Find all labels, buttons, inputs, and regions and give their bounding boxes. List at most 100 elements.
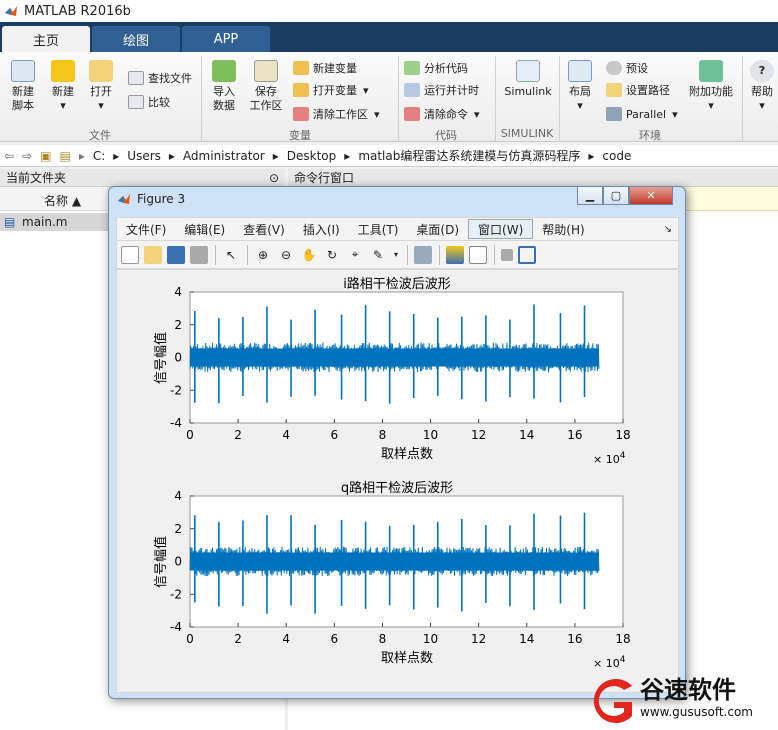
- forward-arrow-icon[interactable]: ⇨: [22, 149, 32, 163]
- save-icon[interactable]: [167, 245, 185, 264]
- import-data-button[interactable]: 导入 数据: [208, 60, 240, 113]
- help-icon: ?: [750, 60, 774, 82]
- set-path-button[interactable]: 设置路径: [606, 80, 670, 100]
- menu-edit[interactable]: 编辑(E): [175, 219, 234, 239]
- brush-icon[interactable]: ✎: [369, 246, 387, 264]
- open-file-icon[interactable]: [144, 245, 162, 264]
- y-tick-label: -4: [170, 620, 182, 634]
- brush-dropdown-icon[interactable]: ▾: [392, 246, 400, 264]
- layout-button[interactable]: 布局 ▾: [564, 60, 596, 113]
- section-variable-label: 变量: [289, 129, 311, 142]
- clear-workspace-icon: [293, 107, 309, 121]
- parallel-button[interactable]: Parallel ▾: [606, 104, 678, 124]
- plot2-title: q路相干检波后波形: [341, 480, 453, 496]
- up-folder-icon[interactable]: ▣: [40, 149, 51, 163]
- menu-window[interactable]: 窗口(W): [468, 219, 534, 239]
- path-segment[interactable]: Desktop: [287, 149, 337, 163]
- zoom-in-icon[interactable]: ⊕: [254, 246, 272, 264]
- menu-desktop[interactable]: 桌面(D): [407, 219, 468, 239]
- menu-view[interactable]: 查看(V): [234, 219, 294, 239]
- figure-canvas: i路相干检波后波形 信号幅值 取样点数 × 104 q路相干检波后波形 信号幅值…: [116, 269, 679, 693]
- x-tick-label: 2: [234, 632, 242, 646]
- back-arrow-icon[interactable]: ⇦: [4, 149, 14, 163]
- x-tick-label: 18: [615, 632, 630, 646]
- open-variable-icon: [293, 83, 309, 97]
- simulink-icon: [516, 60, 540, 82]
- tab-apps[interactable]: APP: [182, 26, 270, 52]
- data-cursor-icon[interactable]: ⌖: [346, 246, 364, 264]
- rotate-3d-icon[interactable]: ↻: [323, 246, 341, 264]
- path-segment[interactable]: C:: [93, 149, 105, 163]
- menubar-dock-icon[interactable]: ↘: [664, 224, 672, 235]
- folder-icon: [89, 60, 113, 82]
- new-button[interactable]: 新建 ▾: [48, 60, 78, 113]
- new-variable-button[interactable]: 新建变量: [293, 58, 357, 78]
- analyze-code-button[interactable]: 分析代码: [404, 58, 468, 78]
- pointer-icon[interactable]: ↖: [222, 246, 240, 264]
- x-tick-label: 8: [379, 428, 387, 442]
- y-tick-label: -4: [170, 416, 182, 430]
- maximize-button[interactable]: ▢: [603, 187, 629, 205]
- simulink-button[interactable]: Simulink: [500, 60, 556, 99]
- open-button[interactable]: 打开 ▾: [86, 60, 116, 113]
- minimize-button[interactable]: ▁: [577, 187, 603, 205]
- plot1-title: i路相干检波后波形: [343, 276, 451, 292]
- matlab-logo-icon: [5, 6, 17, 16]
- ribbon-tabbar: 主页 绘图 APP: [0, 22, 778, 52]
- address-bar[interactable]: ⇦ ⇨ ▣ ▤ ▸ C: ▸ Users ▸ Administrator ▸ Desk…: [0, 145, 778, 167]
- menu-file[interactable]: 文件(F): [117, 219, 175, 239]
- pan-hand-icon[interactable]: ✋: [300, 246, 318, 264]
- compare-button[interactable]: 比较: [128, 92, 170, 112]
- clear-commands-button[interactable]: 清除命令 ▾: [404, 104, 480, 124]
- x-tick-label: 14: [519, 428, 534, 442]
- run-time-icon: [404, 83, 420, 97]
- add-ons-icon: [699, 60, 723, 82]
- x-tick-label: 12: [471, 632, 486, 646]
- zoom-out-icon[interactable]: ⊖: [277, 246, 295, 264]
- command-window-header: 命令行窗口: [288, 169, 778, 187]
- new-script-icon: [11, 60, 35, 82]
- show-plot-tools-icon[interactable]: [518, 245, 536, 264]
- new-figure-icon[interactable]: [121, 245, 139, 264]
- find-files-button[interactable]: 查找文件: [128, 68, 192, 88]
- help-button[interactable]: ? 帮助 ▾: [748, 60, 776, 113]
- panel-menu-icon[interactable]: ⊙: [269, 171, 279, 185]
- x-tick-label: 2: [234, 428, 242, 442]
- link-plot-icon[interactable]: [414, 245, 432, 264]
- preferences-button[interactable]: 预设: [606, 58, 648, 78]
- save-workspace-button[interactable]: 保存 工作区: [248, 60, 284, 113]
- x-tick-label: 4: [282, 428, 290, 442]
- clear-workspace-button[interactable]: 清除工作区 ▾: [293, 104, 380, 124]
- m-file-icon: ▤: [4, 215, 16, 229]
- x-tick-label: 14: [519, 632, 534, 646]
- figure-toolbar: ↖ ⊕ ⊖ ✋ ↻ ⌖ ✎ ▾: [116, 241, 679, 269]
- path-segment[interactable]: matlab编程雷达系统建模与仿真源码程序: [358, 147, 580, 164]
- path-segment[interactable]: code: [602, 149, 631, 163]
- run-and-time-button[interactable]: 运行并计时: [404, 80, 479, 100]
- path-separator: ▸: [78, 148, 85, 163]
- divider: [247, 244, 248, 265]
- x-tick-label: 0: [186, 428, 194, 442]
- menu-tools[interactable]: 工具(T): [349, 219, 408, 239]
- watermark: 谷速软件 www.gususoft.com: [580, 672, 778, 730]
- browse-folder-icon[interactable]: ▤: [59, 149, 70, 163]
- menu-insert[interactable]: 插入(I): [294, 219, 349, 239]
- path-segment[interactable]: Administrator: [183, 149, 265, 163]
- column-name[interactable]: 名称 ▲: [44, 192, 81, 209]
- x-tick-label: 16: [567, 632, 582, 646]
- menu-help[interactable]: 帮助(H): [533, 219, 593, 239]
- legend-icon[interactable]: [469, 245, 487, 264]
- tab-plots[interactable]: 绘图: [92, 26, 180, 52]
- print-icon[interactable]: [190, 245, 208, 264]
- hide-plot-tools-icon[interactable]: [501, 248, 513, 261]
- open-variable-button[interactable]: 打开变量 ▾: [293, 80, 369, 100]
- file-item[interactable]: ▤ main.m: [0, 213, 112, 231]
- new-script-button[interactable]: 新建 脚本: [6, 60, 40, 113]
- path-segment[interactable]: Users: [127, 149, 161, 163]
- colorbar-icon[interactable]: [446, 245, 464, 264]
- add-ons-button[interactable]: 附加功能 ▾: [688, 60, 734, 113]
- analyze-icon: [404, 61, 420, 75]
- tab-home[interactable]: 主页: [2, 26, 90, 52]
- x-tick-label: 18: [615, 428, 630, 442]
- close-button[interactable]: ✕: [629, 187, 673, 205]
